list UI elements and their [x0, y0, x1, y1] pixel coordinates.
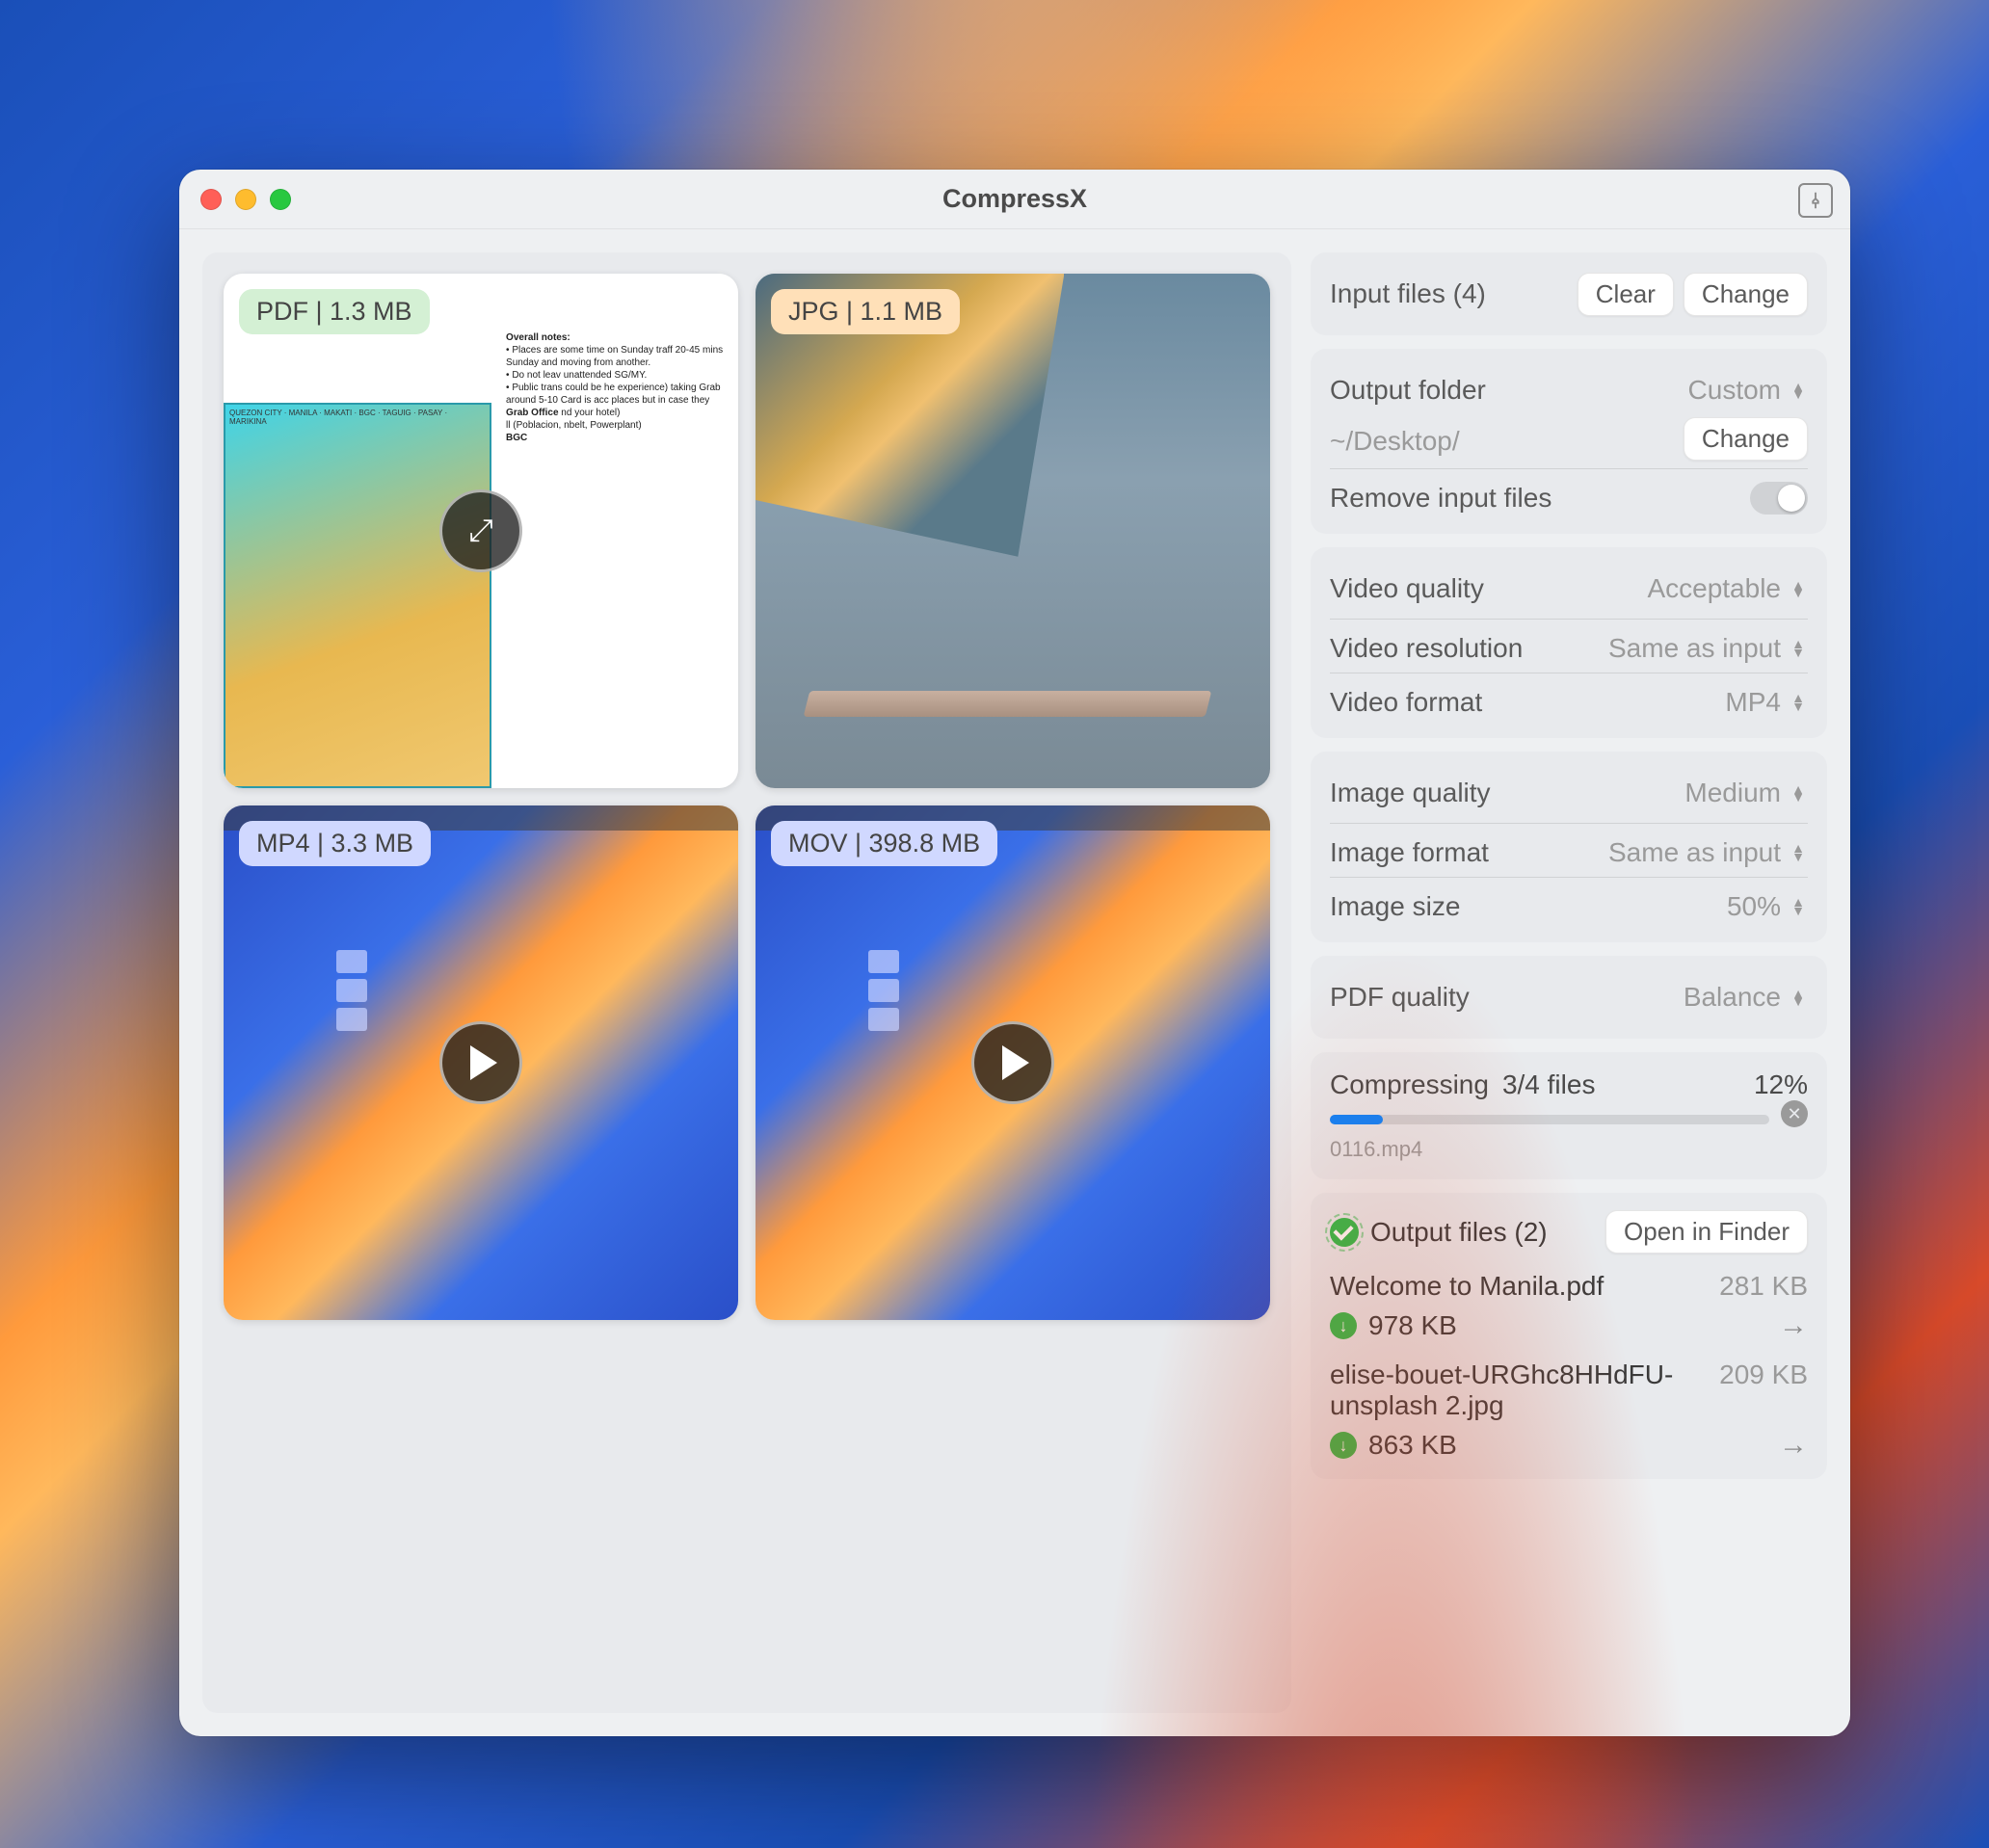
- output-files-label: Output files (2): [1370, 1217, 1548, 1248]
- image-size-label: Image size: [1330, 891, 1460, 922]
- image-size-select[interactable]: 50%▲▼: [1727, 891, 1808, 922]
- pdf-preview-notes: Overall notes:• Places are some time on …: [506, 331, 732, 444]
- change-output-folder-button[interactable]: Change: [1684, 417, 1808, 461]
- pdf-preview-map: QUEZON CITY · MANILA · MAKATI · BGC · TA…: [224, 403, 491, 789]
- reveal-file-button[interactable]: →: [1779, 1429, 1808, 1462]
- input-files-label: Input files (4): [1330, 278, 1486, 309]
- expand-icon[interactable]: ⤢: [439, 489, 522, 572]
- success-badge-icon: [1330, 1218, 1359, 1247]
- progress-fill: [1330, 1115, 1383, 1124]
- input-files-panel: Input files (4) Clear Change: [1311, 252, 1827, 335]
- window-title: CompressX: [179, 184, 1850, 214]
- chevron-updown-icon: ▲▼: [1789, 985, 1808, 1010]
- thumb-jpg[interactable]: JPG | 1.1 MB: [756, 274, 1270, 788]
- progress-bar: [1330, 1115, 1769, 1124]
- video-quality-select[interactable]: Acceptable▲▼: [1647, 573, 1808, 604]
- output-files-panel: Output files (2) Open in Finder Welcome …: [1311, 1193, 1827, 1479]
- app-window: CompressX QUEZON CITY · MANILA · MAKATI …: [179, 170, 1850, 1736]
- remove-input-files-toggle[interactable]: [1750, 482, 1808, 515]
- window-body: QUEZON CITY · MANILA · MAKATI · BGC · TA…: [179, 229, 1850, 1736]
- image-settings-panel: Image quality Medium▲▼ Image format Same…: [1311, 752, 1827, 942]
- image-format-select[interactable]: Same as input▲▼: [1608, 837, 1808, 868]
- progress-current-file: 0116.mp4: [1330, 1137, 1808, 1162]
- image-quality-select[interactable]: Medium▲▼: [1684, 778, 1808, 808]
- change-input-button[interactable]: Change: [1684, 273, 1808, 316]
- titlebar: CompressX: [179, 170, 1850, 229]
- pdf-quality-label: PDF quality: [1330, 982, 1470, 1013]
- video-resolution-select[interactable]: Same as input▲▼: [1608, 633, 1808, 664]
- progress-count: 3/4 files: [1502, 1069, 1596, 1100]
- progress-percent: 12%: [1754, 1069, 1808, 1100]
- settings-pane: Input files (4) Clear Change Output fold…: [1311, 252, 1827, 1713]
- thumb-pdf[interactable]: QUEZON CITY · MANILA · MAKATI · BGC · TA…: [224, 274, 738, 788]
- chevron-updown-icon: ▲▼: [1789, 690, 1808, 715]
- chevron-updown-icon: ▲▼: [1789, 894, 1808, 919]
- output-file-item: Welcome to Manila.pdf 281 KB ↓ 978 KB →: [1330, 1271, 1808, 1342]
- output-file-item: elise-bouet-URGhc8HHdFU-unsplash 2.jpg 2…: [1330, 1360, 1808, 1462]
- output-file-name: elise-bouet-URGhc8HHdFU-unsplash 2.jpg: [1330, 1360, 1708, 1421]
- pin-window-button[interactable]: [1798, 183, 1833, 218]
- output-file-original-size: 281 KB: [1719, 1271, 1808, 1302]
- image-quality-label: Image quality: [1330, 778, 1491, 808]
- pdf-settings-panel: PDF quality Balance▲▼: [1311, 956, 1827, 1039]
- video-quality-label: Video quality: [1330, 573, 1484, 604]
- thumb-badge: PDF | 1.3 MB: [239, 289, 430, 334]
- chevron-updown-icon: ▲▼: [1789, 780, 1808, 805]
- progress-status: Compressing: [1330, 1069, 1489, 1100]
- thumb-badge: MP4 | 3.3 MB: [239, 821, 431, 866]
- clear-input-button[interactable]: Clear: [1578, 273, 1674, 316]
- open-in-finder-button[interactable]: Open in Finder: [1605, 1210, 1808, 1254]
- chevron-updown-icon: ▲▼: [1789, 576, 1808, 601]
- chevron-updown-icon: ▲▼: [1789, 378, 1808, 403]
- output-folder-mode: Custom: [1688, 375, 1781, 406]
- output-folder-path: ~/Desktop/: [1330, 426, 1460, 457]
- chevron-updown-icon: ▲▼: [1789, 636, 1808, 661]
- play-icon[interactable]: [971, 1021, 1054, 1104]
- download-icon: ↓: [1330, 1312, 1357, 1339]
- thumb-mp4[interactable]: MP4 | 3.3 MB: [224, 805, 738, 1320]
- output-file-name: Welcome to Manila.pdf: [1330, 1271, 1604, 1302]
- pdf-quality-select[interactable]: Balance▲▼: [1684, 982, 1808, 1013]
- remove-input-files-label: Remove input files: [1330, 483, 1551, 514]
- output-folder-label: Output folder: [1330, 375, 1486, 406]
- progress-panel: Compressing 3/4 files 12% ✕ 0116.mp4: [1311, 1052, 1827, 1179]
- output-file-new-size: 978 KB: [1368, 1310, 1457, 1341]
- video-format-select[interactable]: MP4▲▼: [1725, 687, 1808, 718]
- download-icon: ↓: [1330, 1432, 1357, 1459]
- play-icon[interactable]: [439, 1021, 522, 1104]
- thumbnail-grid: QUEZON CITY · MANILA · MAKATI · BGC · TA…: [224, 274, 1270, 1320]
- cancel-progress-button[interactable]: ✕: [1781, 1100, 1808, 1127]
- preview-pane: QUEZON CITY · MANILA · MAKATI · BGC · TA…: [202, 252, 1291, 1713]
- chevron-updown-icon: ▲▼: [1789, 840, 1808, 865]
- image-format-label: Image format: [1330, 837, 1489, 868]
- output-folder-panel: Output folder Custom ▲▼ ~/Desktop/ Chang…: [1311, 349, 1827, 534]
- output-folder-mode-select[interactable]: Custom ▲▼: [1688, 375, 1808, 406]
- output-file-original-size: 209 KB: [1719, 1360, 1808, 1390]
- reveal-file-button[interactable]: →: [1779, 1309, 1808, 1342]
- video-settings-panel: Video quality Acceptable▲▼ Video resolut…: [1311, 547, 1827, 738]
- thumb-badge: MOV | 398.8 MB: [771, 821, 997, 866]
- output-file-new-size: 863 KB: [1368, 1430, 1457, 1461]
- video-format-label: Video format: [1330, 687, 1482, 718]
- thumb-mov[interactable]: MOV | 398.8 MB: [756, 805, 1270, 1320]
- video-resolution-label: Video resolution: [1330, 633, 1523, 664]
- thumb-badge: JPG | 1.1 MB: [771, 289, 960, 334]
